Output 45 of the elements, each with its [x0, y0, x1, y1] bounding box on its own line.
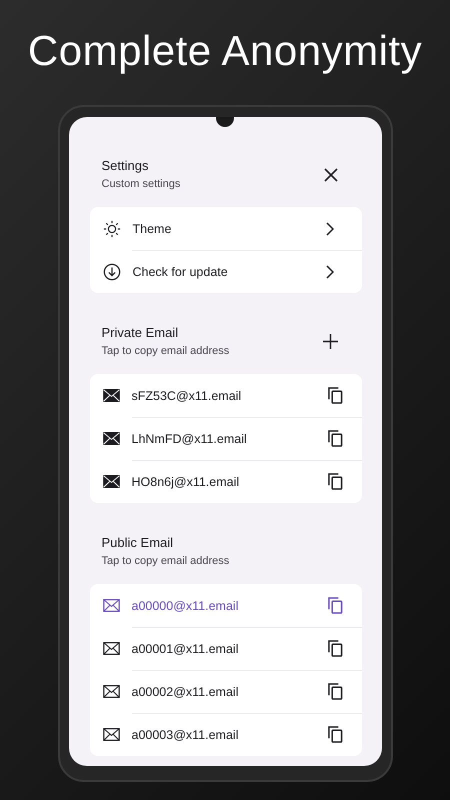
copy-icon[interactable] — [328, 640, 342, 657]
section-title: Public Email — [102, 534, 174, 552]
email-address: a00000@x11.email — [132, 598, 240, 612]
download-circle-icon — [102, 262, 120, 280]
sun-icon — [102, 220, 120, 238]
mail-icon — [102, 685, 120, 698]
mail-icon — [102, 599, 120, 612]
chevron-right-icon — [326, 222, 334, 236]
copy-icon[interactable] — [328, 473, 342, 490]
settings-item[interactable]: Theme — [90, 207, 362, 250]
mail-icon — [102, 432, 120, 445]
mail-icon — [102, 728, 120, 741]
settings-label: Theme — [132, 222, 172, 236]
email-item[interactable]: a00001@x11.email — [90, 627, 362, 670]
copy-icon[interactable] — [328, 683, 342, 700]
section-subtitle: Tap to copy email address — [102, 554, 230, 569]
mail-icon — [102, 475, 120, 488]
email-item[interactable]: a00002@x11.email — [90, 670, 362, 713]
mail-icon — [102, 389, 120, 402]
chevron-right-icon — [326, 264, 334, 278]
email-address: LhNmFD@x11.email — [132, 432, 248, 446]
copy-icon[interactable] — [328, 430, 342, 447]
mail-icon — [102, 642, 120, 655]
copy-icon[interactable] — [328, 597, 342, 614]
email-item[interactable]: a00000@x11.email — [90, 584, 362, 627]
settings-title: Settings — [102, 157, 150, 175]
settings-item[interactable]: Check for update — [90, 250, 362, 293]
email-item[interactable]: HO8n6j@x11.email — [90, 460, 362, 503]
add-icon[interactable] — [322, 334, 338, 349]
email-item[interactable]: a00003@x11.email — [90, 713, 362, 756]
email-address: a00003@x11.email — [132, 728, 240, 742]
copy-icon[interactable] — [328, 726, 342, 743]
email-address: sFZ53C@x11.email — [132, 388, 242, 402]
copy-icon[interactable] — [328, 387, 342, 404]
headline: Complete Anonymity — [28, 26, 422, 76]
email-item[interactable]: sFZ53C@x11.email — [90, 374, 362, 417]
section-title: Private Email — [102, 324, 180, 342]
email-address: HO8n6j@x11.email — [132, 474, 240, 488]
close-icon[interactable] — [324, 168, 338, 182]
email-item[interactable]: LhNmFD@x11.email — [90, 417, 362, 460]
email-address: a00002@x11.email — [132, 684, 240, 698]
settings-label: Check for update — [132, 264, 229, 278]
section-subtitle: Tap to copy email address — [102, 344, 230, 359]
settings-subtitle: Custom settings — [102, 177, 182, 192]
email-address: a00001@x11.email — [132, 642, 240, 656]
